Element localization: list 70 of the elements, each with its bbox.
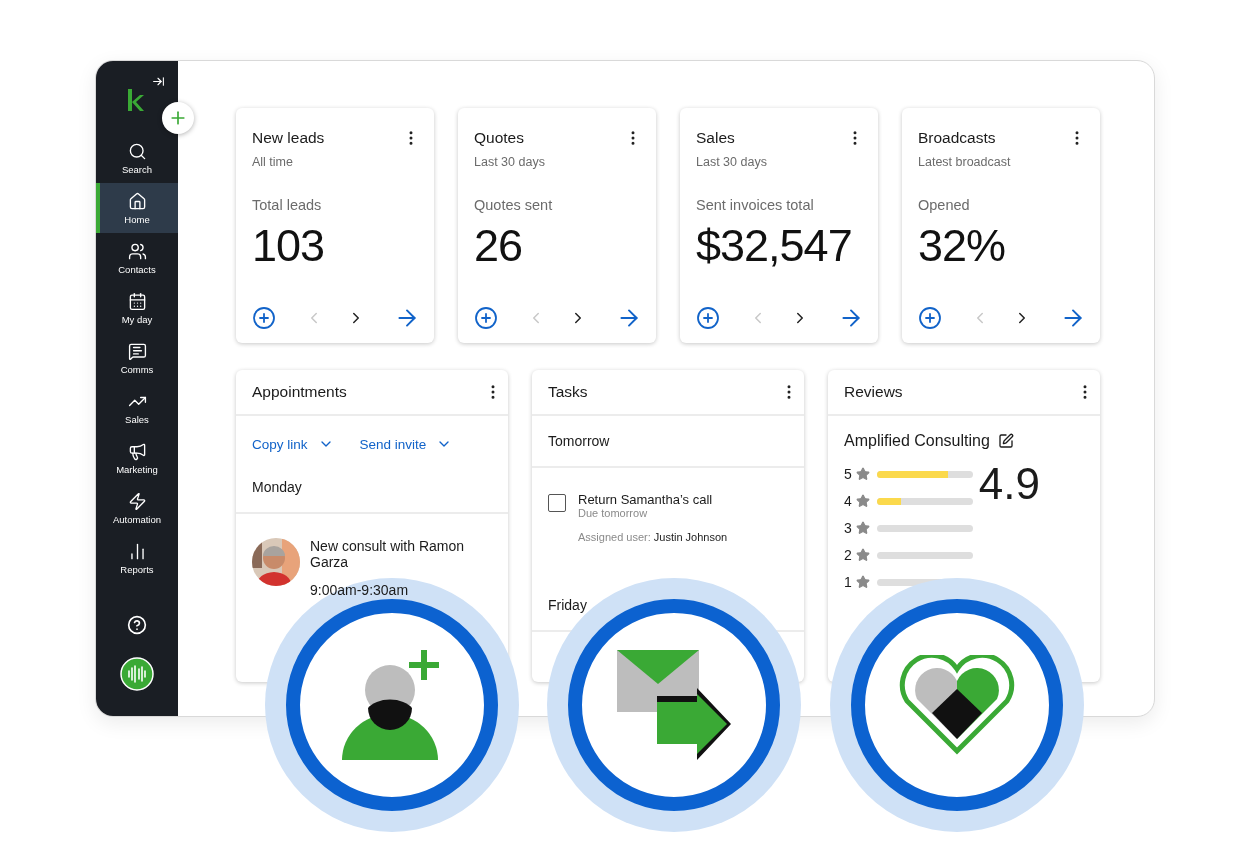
rating-label: 4	[844, 493, 852, 509]
calendar-icon	[127, 291, 147, 311]
card-title: Appointments	[252, 383, 347, 401]
star-icon	[855, 494, 870, 508]
chat-icon	[127, 341, 147, 361]
rating-label: 2	[844, 547, 852, 563]
card-title: Broadcasts	[918, 129, 996, 147]
nav-item[interactable]: Reports	[96, 533, 178, 583]
rating-label: 3	[844, 520, 852, 536]
task-due: Due tomorrow	[578, 507, 649, 519]
nav-item[interactable]: Home	[96, 183, 178, 233]
card-subtitle: Last 30 days	[696, 155, 768, 169]
metric-label: Opened	[918, 197, 971, 213]
add-icon[interactable]	[696, 306, 720, 330]
day-heading: Tomorrow	[548, 433, 610, 449]
star-icon	[855, 575, 870, 589]
nav-item[interactable]: Sales	[96, 383, 178, 433]
add-icon[interactable]	[474, 306, 498, 330]
day-heading: Monday	[252, 479, 302, 495]
metric-value: $32,547	[696, 219, 853, 273]
business-name: Amplified Consulting	[844, 432, 990, 450]
task-title: Return Samantha’s call	[578, 492, 714, 507]
card-subtitle: All time	[252, 155, 294, 169]
card-subtitle: Latest broadcast	[918, 155, 1012, 169]
metric-label: Total leads	[252, 197, 323, 213]
add-icon[interactable]	[252, 306, 276, 330]
user-avatar-icon[interactable]	[120, 657, 154, 691]
heart-icon	[899, 655, 1015, 755]
nav-item[interactable]: Automation	[96, 483, 178, 533]
appointment-title: New consult with Ramon Garza	[310, 538, 466, 570]
day-heading: Friday	[548, 597, 587, 613]
card-subtitle: Last 30 days	[474, 155, 546, 169]
metric-value: 26	[474, 219, 524, 273]
add-icon[interactable]	[918, 306, 942, 330]
task-assignee: Assigned user: Justin Johnson	[578, 531, 728, 543]
collapse-icon[interactable]	[152, 75, 165, 88]
rating-label: 5	[844, 466, 852, 482]
edit-icon[interactable]	[997, 433, 1014, 449]
nav-item[interactable]: Search	[96, 133, 178, 183]
search-icon	[127, 141, 147, 161]
card-title: Reviews	[844, 383, 903, 401]
rating-label: 1	[844, 574, 852, 590]
megaphone-icon	[127, 441, 147, 461]
nav-item[interactable]: Comms	[96, 333, 178, 383]
help-icon[interactable]	[127, 615, 147, 635]
card-title: New leads	[252, 129, 325, 147]
add-person-icon	[342, 650, 442, 760]
metric-value: 32%	[918, 219, 1007, 273]
users-icon	[127, 241, 147, 261]
lightning-icon	[127, 491, 147, 511]
rating-score: 4.9	[978, 462, 1040, 510]
star-icon	[855, 548, 870, 562]
star-icon	[855, 521, 870, 535]
nav-item[interactable]: My day	[96, 283, 178, 333]
nav-item[interactable]: Marketing	[96, 433, 178, 483]
metric-value: 103	[252, 219, 326, 273]
card-title: Sales	[696, 129, 735, 147]
appointment-time: 9:00am-9:30am	[310, 582, 410, 598]
metric-label: Sent invoices total	[696, 197, 815, 213]
card-title: Quotes	[474, 129, 524, 147]
nav-item[interactable]: Contacts	[96, 233, 178, 283]
task-checkbox[interactable]	[548, 494, 566, 512]
dropdown-link[interactable]: Send invite	[359, 436, 453, 452]
star-icon	[855, 467, 870, 481]
logo-icon	[128, 89, 144, 111]
mail-forward-icon	[617, 650, 731, 760]
metric-label: Quotes sent	[474, 197, 554, 213]
dropdown-link[interactable]: Copy link	[252, 436, 334, 452]
card-title: Tasks	[548, 383, 588, 401]
home-icon	[127, 191, 147, 211]
